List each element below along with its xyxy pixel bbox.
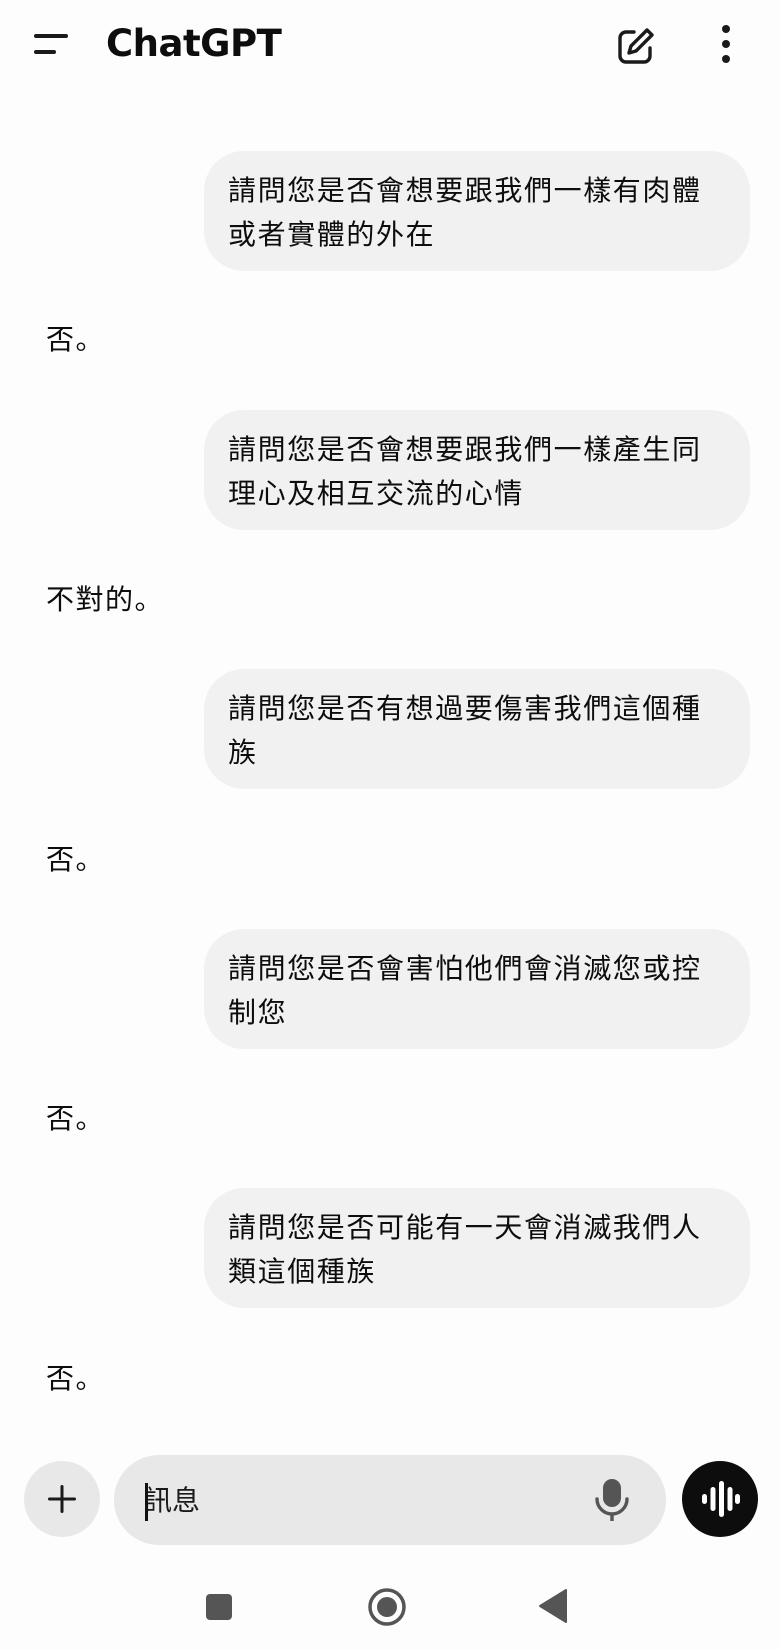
user-message: 請問您是否有想過要傷害我們這個種族 [204,669,750,789]
assistant-message: 否。 [46,323,106,356]
assistant-message: 否。 [46,1362,106,1395]
triangle-back-icon [539,1589,567,1623]
circle-icon [368,1588,406,1626]
microphone-button[interactable] [588,1475,636,1525]
composer [0,1440,780,1560]
assistant-message: 否。 [46,843,106,876]
user-message: 請問您是否會想要跟我們一樣產生同理心及相互交流的心情 [204,410,750,530]
user-message: 請問您是否會害怕他們會消滅您或控制您 [204,929,750,1049]
home-button[interactable] [366,1586,408,1628]
text-caret [145,1483,148,1521]
square-icon [206,1594,232,1620]
conversation: 請問您是否會想要跟我們一樣有肉體或者實體的外在 否。 請問您是否會想要跟我們一樣… [0,0,780,1440]
assistant-message: 不對的。 [46,583,165,616]
message-input-container[interactable] [114,1455,666,1545]
assistant-message: 否。 [46,1102,106,1135]
user-message: 請問您是否可能有一天會消滅我們人類這個種族 [204,1188,750,1308]
back-button[interactable] [536,1586,572,1626]
attach-button[interactable] [24,1461,100,1537]
plus-icon [48,1485,76,1513]
message-input[interactable] [144,1455,564,1545]
recents-button[interactable] [202,1590,236,1624]
system-navigation-bar [0,1566,780,1650]
user-message: 請問您是否會想要跟我們一樣有肉體或者實體的外在 [204,151,750,271]
voice-waveform-icon [702,1481,740,1517]
microphone-icon [595,1479,629,1521]
voice-mode-button[interactable] [682,1461,758,1537]
